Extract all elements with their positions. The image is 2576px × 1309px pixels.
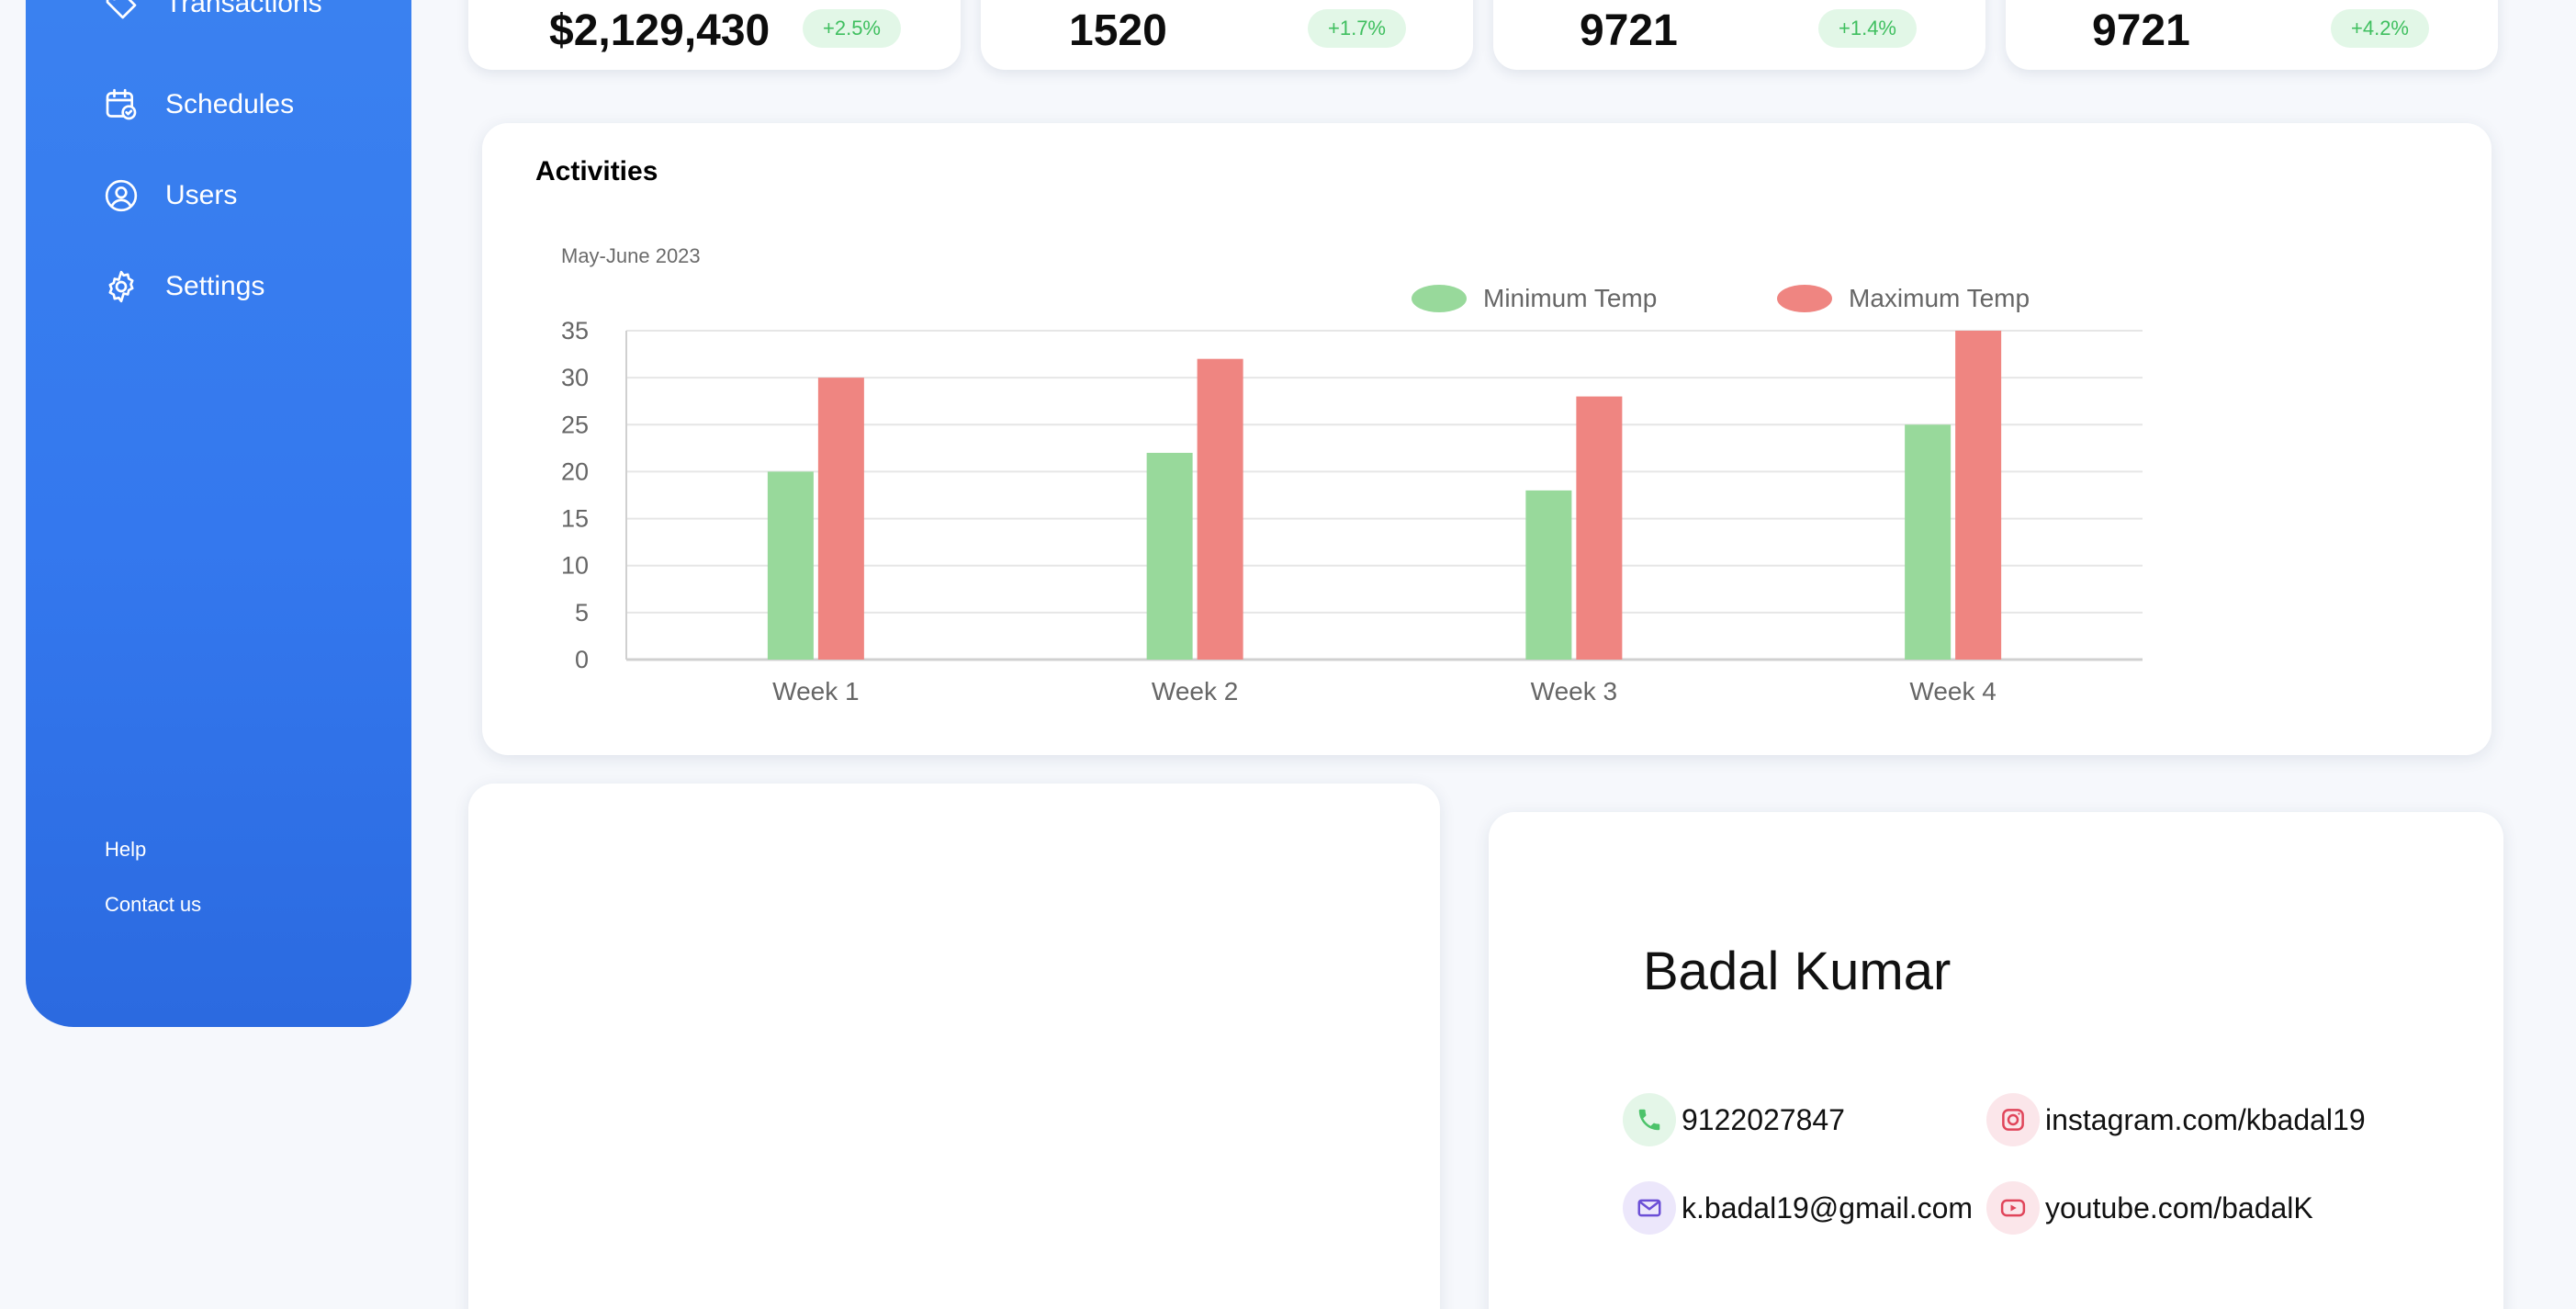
instagram-contact[interactable]: instagram.com/kbadal19: [1986, 1093, 2366, 1146]
stat-value: 1520: [1069, 6, 1167, 55]
profile-name: Badal Kumar: [1643, 942, 1952, 1001]
email-text: k.badal19@gmail.com: [1682, 1191, 1974, 1224]
phone-text: 9122027847: [1682, 1102, 1845, 1136]
bar-max-temp: [1576, 396, 1623, 660]
mail-icon: [1623, 1181, 1676, 1235]
legend-swatch: [1777, 285, 1832, 312]
x-tick-label: Week 2: [1152, 677, 1238, 705]
bar-max-temp: [1955, 331, 2002, 660]
y-tick-label: 25: [561, 411, 589, 438]
y-tick-label: 15: [561, 505, 589, 533]
instagram-text: instagram.com/kbadal19: [2045, 1102, 2366, 1136]
stat-card: 9721 +1.4%: [1493, 0, 1985, 70]
legend-swatch: [1412, 285, 1467, 312]
x-tick-label: Week 4: [1909, 677, 1996, 705]
contact-us-link[interactable]: Contact us: [105, 893, 201, 917]
bar-min-temp: [767, 471, 814, 660]
help-link[interactable]: Help: [105, 838, 146, 862]
stat-card: $2,129,430 +2.5%: [468, 0, 961, 70]
sidebar-item-label: Users: [165, 180, 238, 210]
bar-min-temp: [1146, 452, 1193, 660]
stat-value: $2,129,430: [549, 6, 771, 55]
youtube-text: youtube.com/badalK: [2045, 1191, 2313, 1224]
youtube-contact[interactable]: youtube.com/badalK: [1986, 1181, 2313, 1235]
activities-bar-chart: 0 5 10 15 20 25 30 35 Week 1 Week 2 Week 3 Week 4 Mi…: [561, 284, 2143, 705]
y-tick-label: 5: [575, 599, 589, 626]
blank-card: [468, 784, 1440, 1309]
activities-card: Activities May-June 2023 0 5 10 15 20 25 30 35 W…: [482, 123, 2492, 755]
stat-change-badge: +1.7%: [1308, 9, 1406, 48]
tag-icon: [101, 0, 141, 24]
instagram-icon: [1986, 1093, 2040, 1146]
user-circle-icon: [101, 175, 141, 216]
y-tick-label: 35: [561, 317, 589, 344]
stat-change-badge: +2.5%: [803, 9, 901, 48]
sidebar-item-users[interactable]: Users: [101, 175, 237, 216]
bar-min-temp: [1525, 490, 1572, 660]
stat-value: 9721: [2092, 6, 2190, 55]
bar-max-temp: [817, 378, 864, 660]
x-tick-label: Week 3: [1531, 677, 1617, 705]
youtube-icon: [1986, 1181, 2040, 1235]
phone-icon: [1623, 1093, 1676, 1146]
sidebar-item-label: Transactions: [165, 0, 322, 18]
phone-contact[interactable]: 9122027847: [1623, 1093, 1845, 1146]
legend-label: Minimum Temp: [1483, 284, 1657, 312]
gear-icon: [101, 266, 141, 307]
x-tick-label: Week 1: [772, 677, 859, 705]
bar-max-temp: [1197, 358, 1243, 660]
stat-card: 9721 +4.2%: [2006, 0, 2498, 70]
stat-change-badge: +1.4%: [1818, 9, 1917, 48]
y-tick-label: 10: [561, 552, 589, 580]
sidebar-item-label: Settings: [165, 271, 265, 301]
sidebar-item-schedules[interactable]: Schedules: [101, 85, 294, 125]
legend-label: Maximum Temp: [1849, 284, 2030, 312]
sidebar-item-transactions[interactable]: Transactions: [101, 0, 322, 24]
stat-card: 1520 +1.7%: [981, 0, 1473, 70]
y-tick-label: 0: [575, 646, 589, 673]
sidebar: Transactions Schedules Users Settings He…: [26, 0, 411, 1027]
y-tick-label: 30: [561, 364, 589, 391]
email-contact[interactable]: k.badal19@gmail.com: [1623, 1181, 1973, 1235]
stat-change-badge: +4.2%: [2331, 9, 2429, 48]
calendar-icon: [101, 85, 141, 125]
profile-card: Badal Kumar 9122027847 instagram.com/kba…: [1489, 812, 2503, 1309]
bar-min-temp: [1905, 424, 1952, 660]
stat-value: 9721: [1580, 6, 1678, 55]
y-tick-label: 20: [561, 457, 589, 485]
sidebar-item-settings[interactable]: Settings: [101, 266, 264, 307]
sidebar-item-label: Schedules: [165, 89, 295, 119]
